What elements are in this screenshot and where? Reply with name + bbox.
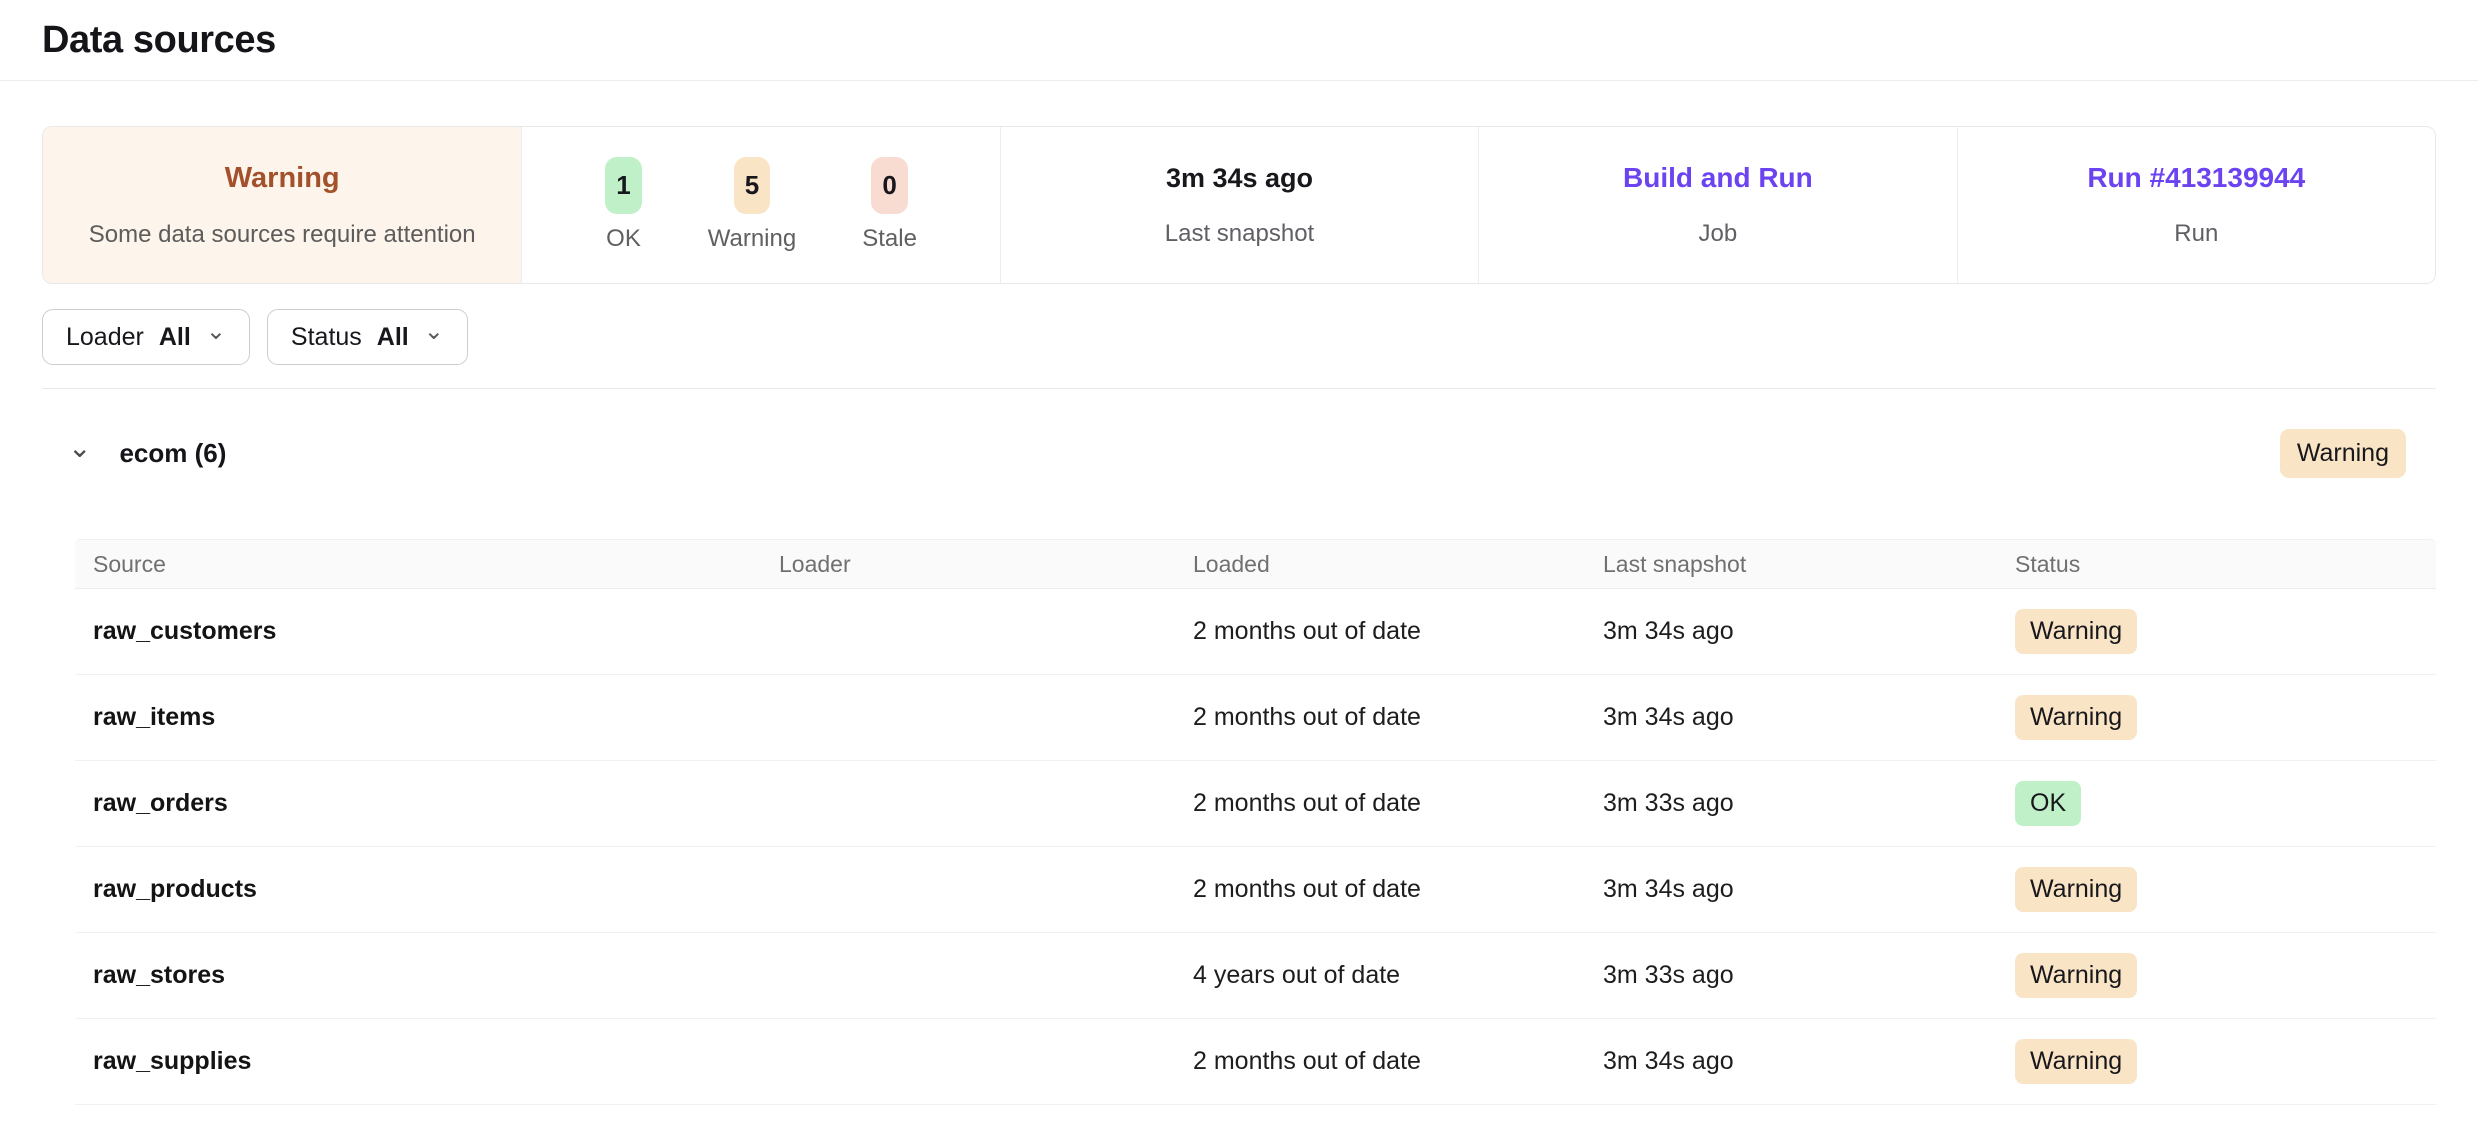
last-snapshot-value: 3m 34s ago	[1166, 163, 1313, 194]
loaded-cell: 2 months out of date	[1193, 617, 1603, 646]
status-counts: 1 OK 5 Warning 0 Stale	[605, 157, 917, 253]
job-label: Job	[1699, 220, 1738, 248]
section-divider	[42, 388, 2436, 389]
status-filter-label: Status	[291, 323, 362, 352]
run-label: Run	[2174, 220, 2218, 248]
overall-status-subtitle: Some data sources require attention	[89, 221, 476, 249]
column-header-last-snapshot: Last snapshot	[1603, 551, 2015, 578]
table-row[interactable]: raw_supplies 2 months out of date 3m 34s…	[75, 1019, 2436, 1105]
loaded-cell: 2 months out of date	[1193, 703, 1603, 732]
status-filter-value: All	[377, 323, 409, 352]
warning-count-badge: 5	[734, 157, 770, 214]
page-title: Data sources	[42, 19, 276, 62]
source-name: raw_items	[75, 703, 779, 732]
last-snapshot-card: 3m 34s ago Last snapshot	[1000, 127, 1478, 283]
chevron-down-icon: ⌄	[206, 320, 226, 344]
job-link[interactable]: Build and Run	[1623, 162, 1813, 194]
last-snapshot-cell: 3m 34s ago	[1603, 1047, 2015, 1076]
page-header: Data sources	[0, 0, 2478, 81]
count-ok: 1 OK	[605, 157, 641, 253]
column-header-source: Source	[75, 551, 779, 578]
count-warning: 5 Warning	[708, 157, 796, 253]
sources-table: Source Loader Loaded Last snapshot Statu…	[75, 539, 2436, 1105]
column-header-status: Status	[2015, 551, 2436, 578]
ok-count-badge: 1	[605, 157, 641, 214]
group-header-ecom[interactable]: ⌄ ecom (6) Warning	[42, 427, 2436, 479]
table-header-row: Source Loader Loaded Last snapshot Statu…	[75, 539, 2436, 589]
count-stale: 0 Stale	[862, 157, 917, 253]
source-name: raw_stores	[75, 961, 779, 990]
status-filter-dropdown[interactable]: Status All ⌄	[267, 309, 468, 365]
last-snapshot-label: Last snapshot	[1165, 220, 1314, 248]
status-badge: Warning	[2015, 695, 2137, 740]
stale-count-label: Stale	[862, 225, 917, 253]
status-badge: Warning	[2015, 953, 2137, 998]
source-name: raw_supplies	[75, 1047, 779, 1076]
table-row[interactable]: raw_items 2 months out of date 3m 34s ag…	[75, 675, 2436, 761]
loaded-cell: 4 years out of date	[1193, 961, 1603, 990]
last-snapshot-cell: 3m 33s ago	[1603, 789, 2015, 818]
run-link[interactable]: Run #413139944	[2087, 162, 2305, 194]
summary-cards: Warning Some data sources require attent…	[42, 126, 2436, 284]
column-header-loaded: Loaded	[1193, 551, 1603, 578]
table-row[interactable]: raw_stores 4 years out of date 3m 33s ag…	[75, 933, 2436, 1019]
status-badge: OK	[2015, 781, 2081, 826]
group-name: ecom (6)	[119, 438, 226, 469]
warning-count-label: Warning	[708, 225, 796, 253]
table-row[interactable]: raw_customers 2 months out of date 3m 34…	[75, 589, 2436, 675]
last-snapshot-cell: 3m 34s ago	[1603, 703, 2015, 732]
overall-status-card: Warning Some data sources require attent…	[43, 127, 521, 283]
table-row[interactable]: raw_products 2 months out of date 3m 34s…	[75, 847, 2436, 933]
loader-filter-dropdown[interactable]: Loader All ⌄	[42, 309, 250, 365]
loaded-cell: 2 months out of date	[1193, 789, 1603, 818]
source-name: raw_products	[75, 875, 779, 904]
loader-filter-label: Loader	[66, 323, 144, 352]
last-snapshot-cell: 3m 33s ago	[1603, 961, 2015, 990]
filter-bar: Loader All ⌄ Status All ⌄	[42, 309, 2436, 365]
chevron-down-icon: ⌄	[424, 320, 444, 344]
group-status-badge: Warning	[2280, 429, 2406, 478]
run-card: Run #413139944 Run	[1957, 127, 2435, 283]
last-snapshot-cell: 3m 34s ago	[1603, 617, 2015, 646]
loader-filter-value: All	[159, 323, 191, 352]
job-card: Build and Run Job	[1478, 127, 1956, 283]
status-badge: Warning	[2015, 867, 2137, 912]
status-badge: Warning	[2015, 609, 2137, 654]
overall-status-title: Warning	[225, 162, 340, 195]
last-snapshot-cell: 3m 34s ago	[1603, 875, 2015, 904]
source-name: raw_orders	[75, 789, 779, 818]
column-header-loader: Loader	[779, 551, 1193, 578]
counts-card: 1 OK 5 Warning 0 Stale	[521, 127, 999, 283]
status-badge: Warning	[2015, 1039, 2137, 1084]
loaded-cell: 2 months out of date	[1193, 1047, 1603, 1076]
loaded-cell: 2 months out of date	[1193, 875, 1603, 904]
source-name: raw_customers	[75, 617, 779, 646]
ok-count-label: OK	[606, 225, 641, 253]
table-row[interactable]: raw_orders 2 months out of date 3m 33s a…	[75, 761, 2436, 847]
main-content: Warning Some data sources require attent…	[0, 126, 2478, 1105]
collapse-chevron-down-icon[interactable]: ⌄	[68, 431, 91, 464]
stale-count-badge: 0	[871, 157, 907, 214]
